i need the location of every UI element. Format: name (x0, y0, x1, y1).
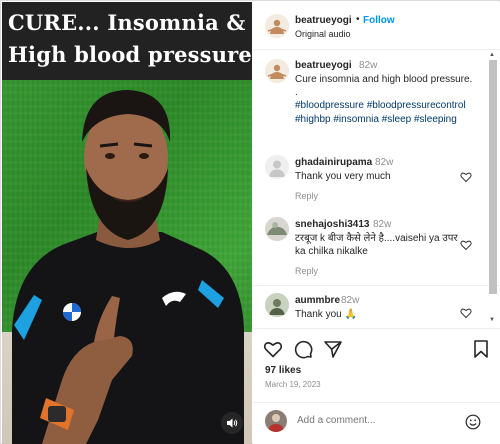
comment-like-heart-icon[interactable] (460, 171, 472, 183)
comment-time: 82w (341, 295, 360, 306)
comment-divider (253, 285, 500, 286)
comments-scrollbar-thumb[interactable] (489, 60, 497, 294)
video-title-line-1: CURE... Insomnia & (8, 10, 246, 35)
comment-icon[interactable] (293, 339, 313, 359)
caption-text: Cure insomnia and high blood pressure. . (295, 74, 473, 98)
comment-time: 82w (375, 157, 394, 168)
caption-time: 82w (359, 60, 378, 71)
caption-username[interactable]: beatrueyogi (295, 60, 352, 71)
emoji-icon[interactable] (465, 414, 481, 430)
actions-divider (253, 328, 500, 329)
post-header: beatrueyogi • Follow Original audio (253, 2, 500, 50)
bookmark-icon[interactable] (471, 339, 491, 359)
current-user-avatar (265, 410, 287, 432)
comment-reply-button[interactable]: Reply (295, 191, 318, 201)
default-avatar-icon (265, 155, 289, 179)
comment-reply-button[interactable]: Reply (295, 266, 318, 276)
comment-avatar[interactable] (265, 155, 289, 179)
post-details-panel: beatrueyogi • Follow Original audio beat… (253, 2, 500, 444)
comment-text: टरबूज k बीज कैसे लेने है....vaisehi ya उ… (295, 233, 458, 257)
caption-avatar-image (265, 59, 289, 83)
audio-label[interactable]: Original audio (295, 29, 351, 39)
author-avatar-image (265, 14, 289, 38)
comment-avatar-image (265, 217, 289, 241)
comment-text: Thank you very much (295, 171, 391, 182)
comment-avatar[interactable] (265, 217, 289, 241)
post-modal: CURE... Insomnia & High blood pressure b… (0, 0, 500, 444)
author-avatar[interactable] (265, 14, 289, 38)
comment-text: Thank you 🙏 (295, 309, 357, 320)
scroll-down-arrow-icon[interactable]: ▼ (489, 317, 495, 323)
follow-button[interactable]: Follow (363, 15, 395, 26)
comment-username[interactable]: aummbre (295, 295, 340, 306)
comment-username[interactable]: snehajoshi3413 (295, 219, 369, 230)
video-title-line-2: High blood pressure (8, 42, 252, 67)
video-person-image (12, 90, 244, 444)
scroll-up-arrow-icon[interactable]: ▲ (489, 52, 495, 58)
current-user-avatar-image (265, 410, 287, 432)
comment-avatar-image (265, 293, 289, 317)
sound-toggle-button[interactable] (221, 412, 243, 434)
comment-username[interactable]: ghadainirupama (295, 157, 372, 168)
video-player[interactable]: CURE... Insomnia & High blood pressure (2, 2, 252, 444)
caption-hashtags[interactable]: #bloodpressure #bloodpressurecontrol #hi… (295, 99, 475, 126)
comment-avatar[interactable] (265, 293, 289, 317)
likes-count[interactable]: 97 likes (265, 365, 301, 376)
caption-author-avatar[interactable] (265, 59, 289, 83)
post-date[interactable]: March 19, 2023 (265, 380, 321, 389)
comment-like-heart-icon[interactable] (460, 307, 472, 319)
comment-like-heart-icon[interactable] (460, 239, 472, 251)
heart-icon[interactable] (263, 339, 283, 359)
add-comment-input[interactable] (297, 415, 457, 426)
header-separator: • (356, 14, 360, 25)
comment-time: 82w (373, 219, 392, 230)
speaker-icon (227, 418, 238, 428)
video-title-banner: CURE... Insomnia & High blood pressure (2, 2, 252, 80)
author-username[interactable]: beatrueyogi (295, 15, 352, 26)
comments-scroll-area[interactable]: beatrueyogi 82w Cure insomnia and high b… (253, 51, 500, 328)
share-icon[interactable] (323, 339, 343, 359)
